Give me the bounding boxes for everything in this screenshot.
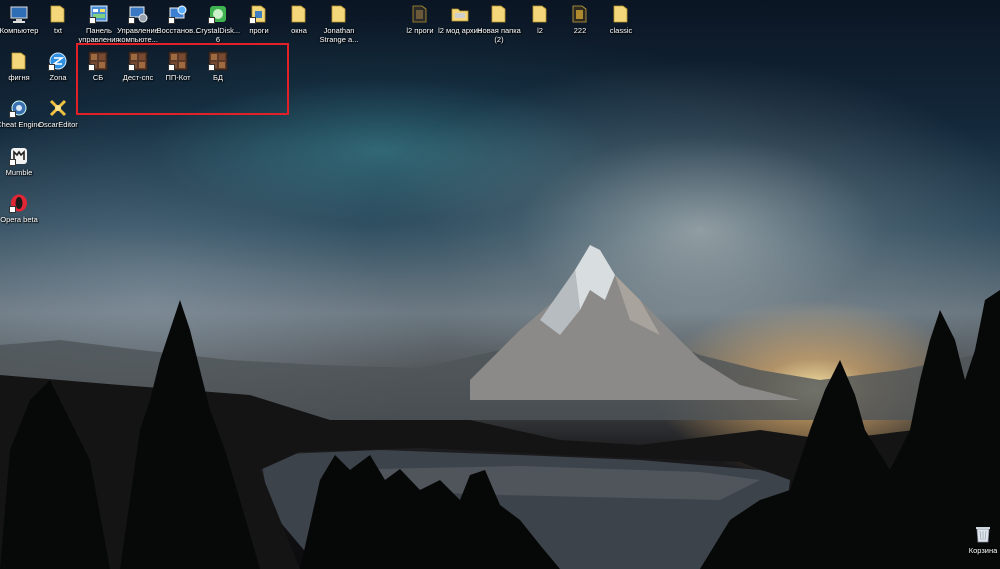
opera-icon: [9, 193, 29, 213]
control-panel-icon: [89, 4, 109, 24]
desktop-icon-crystaldisk[interactable]: CrystalDisk... 6: [195, 4, 241, 44]
desktop-icon-recycle-bin[interactable]: Корзина: [960, 524, 1000, 556]
desktop-icon-novaya-papka[interactable]: Новая папка (2): [476, 4, 522, 44]
desktop-icon-oscar-editor[interactable]: OscarEditor: [35, 98, 81, 130]
desktop[interactable]: Компьютер txt Панель управления Управлен…: [0, 0, 1000, 569]
folder-icon: [410, 4, 430, 24]
desktop-icon-mumble[interactable]: Mumble: [0, 146, 42, 178]
icon-label: OscarEditor: [38, 120, 78, 129]
desktop-icon-jonathan-strange[interactable]: Jonathan Strange a...: [316, 4, 362, 44]
icon-label: Jonathan Strange a...: [319, 26, 359, 44]
cheat-engine-icon: [9, 98, 29, 118]
folder-icon: [249, 4, 269, 24]
folder-icon: [329, 4, 349, 24]
folder-icon: [611, 4, 631, 24]
icon-label: classic: [609, 26, 633, 35]
zona-icon: [48, 51, 68, 71]
folder-icon: [489, 4, 509, 24]
computer-icon: [9, 4, 29, 24]
folder-icon: [570, 4, 590, 24]
folder-icon: [530, 4, 550, 24]
oscar-editor-icon: [48, 98, 68, 118]
icon-label: Корзина: [968, 546, 998, 555]
game-shortcut-icon: [128, 51, 148, 71]
icon-label: 222: [573, 26, 587, 35]
icon-label: Mumble: [5, 168, 33, 177]
crystaldisk-icon: [208, 4, 228, 24]
icon-label: Opera beta: [0, 215, 38, 224]
game-shortcut-icon: [88, 51, 108, 71]
game-shortcut-icon: [208, 51, 228, 71]
desktop-icon-bd[interactable]: БД: [195, 51, 241, 83]
computer-management-icon: [128, 4, 148, 24]
restore-icon: [168, 4, 188, 24]
icon-label: Новая папка (2): [477, 26, 521, 44]
mumble-icon: [9, 146, 29, 166]
desktop-icon-txt[interactable]: txt: [35, 4, 81, 36]
folder-icon: [48, 4, 68, 24]
desktop-icon-classic[interactable]: classic: [598, 4, 644, 36]
recycle-bin-icon: [973, 524, 993, 544]
icon-label: CrystalDisk... 6: [195, 26, 241, 44]
game-shortcut-icon: [168, 51, 188, 71]
folder-icon: [450, 4, 470, 24]
folder-icon: [289, 4, 309, 24]
desktop-icon-222[interactable]: 222: [557, 4, 603, 36]
folder-icon: [9, 51, 29, 71]
icon-label: БД: [212, 73, 223, 82]
icon-label: txt: [54, 26, 62, 35]
desktop-icon-opera-beta[interactable]: Opera beta: [0, 193, 42, 225]
